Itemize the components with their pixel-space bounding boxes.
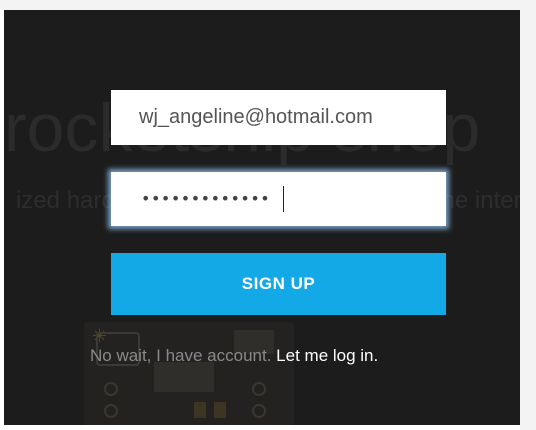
signup-modal: rocketship shop ized hardware kits and c… bbox=[4, 10, 520, 425]
password-input[interactable]: ••••••••••••• bbox=[111, 172, 446, 226]
board-pad-shape bbox=[104, 382, 118, 396]
email-input[interactable] bbox=[111, 90, 446, 145]
page-edge-top bbox=[0, 0, 536, 10]
log-in-link[interactable]: Let me log in. bbox=[276, 346, 378, 365]
login-prompt-text: No wait, I have account. bbox=[90, 346, 272, 365]
login-prompt: No wait, I have account. Let me log in. bbox=[90, 345, 490, 367]
board-pad-shape bbox=[252, 382, 266, 396]
board-gold-pad-shape bbox=[214, 402, 226, 418]
board-pad-shape bbox=[252, 404, 266, 418]
page-edge-right bbox=[520, 0, 536, 430]
board-gold-pad-shape bbox=[194, 402, 206, 418]
circuit-board-image: ✳ bbox=[84, 322, 294, 425]
sign-up-button[interactable]: SIGN UP bbox=[111, 253, 446, 315]
page: rocketship shop ized hardware kits and c… bbox=[0, 0, 536, 430]
board-pad-shape bbox=[104, 404, 118, 418]
text-caret bbox=[283, 186, 284, 212]
password-masked-value: ••••••••••••• bbox=[141, 189, 271, 208]
